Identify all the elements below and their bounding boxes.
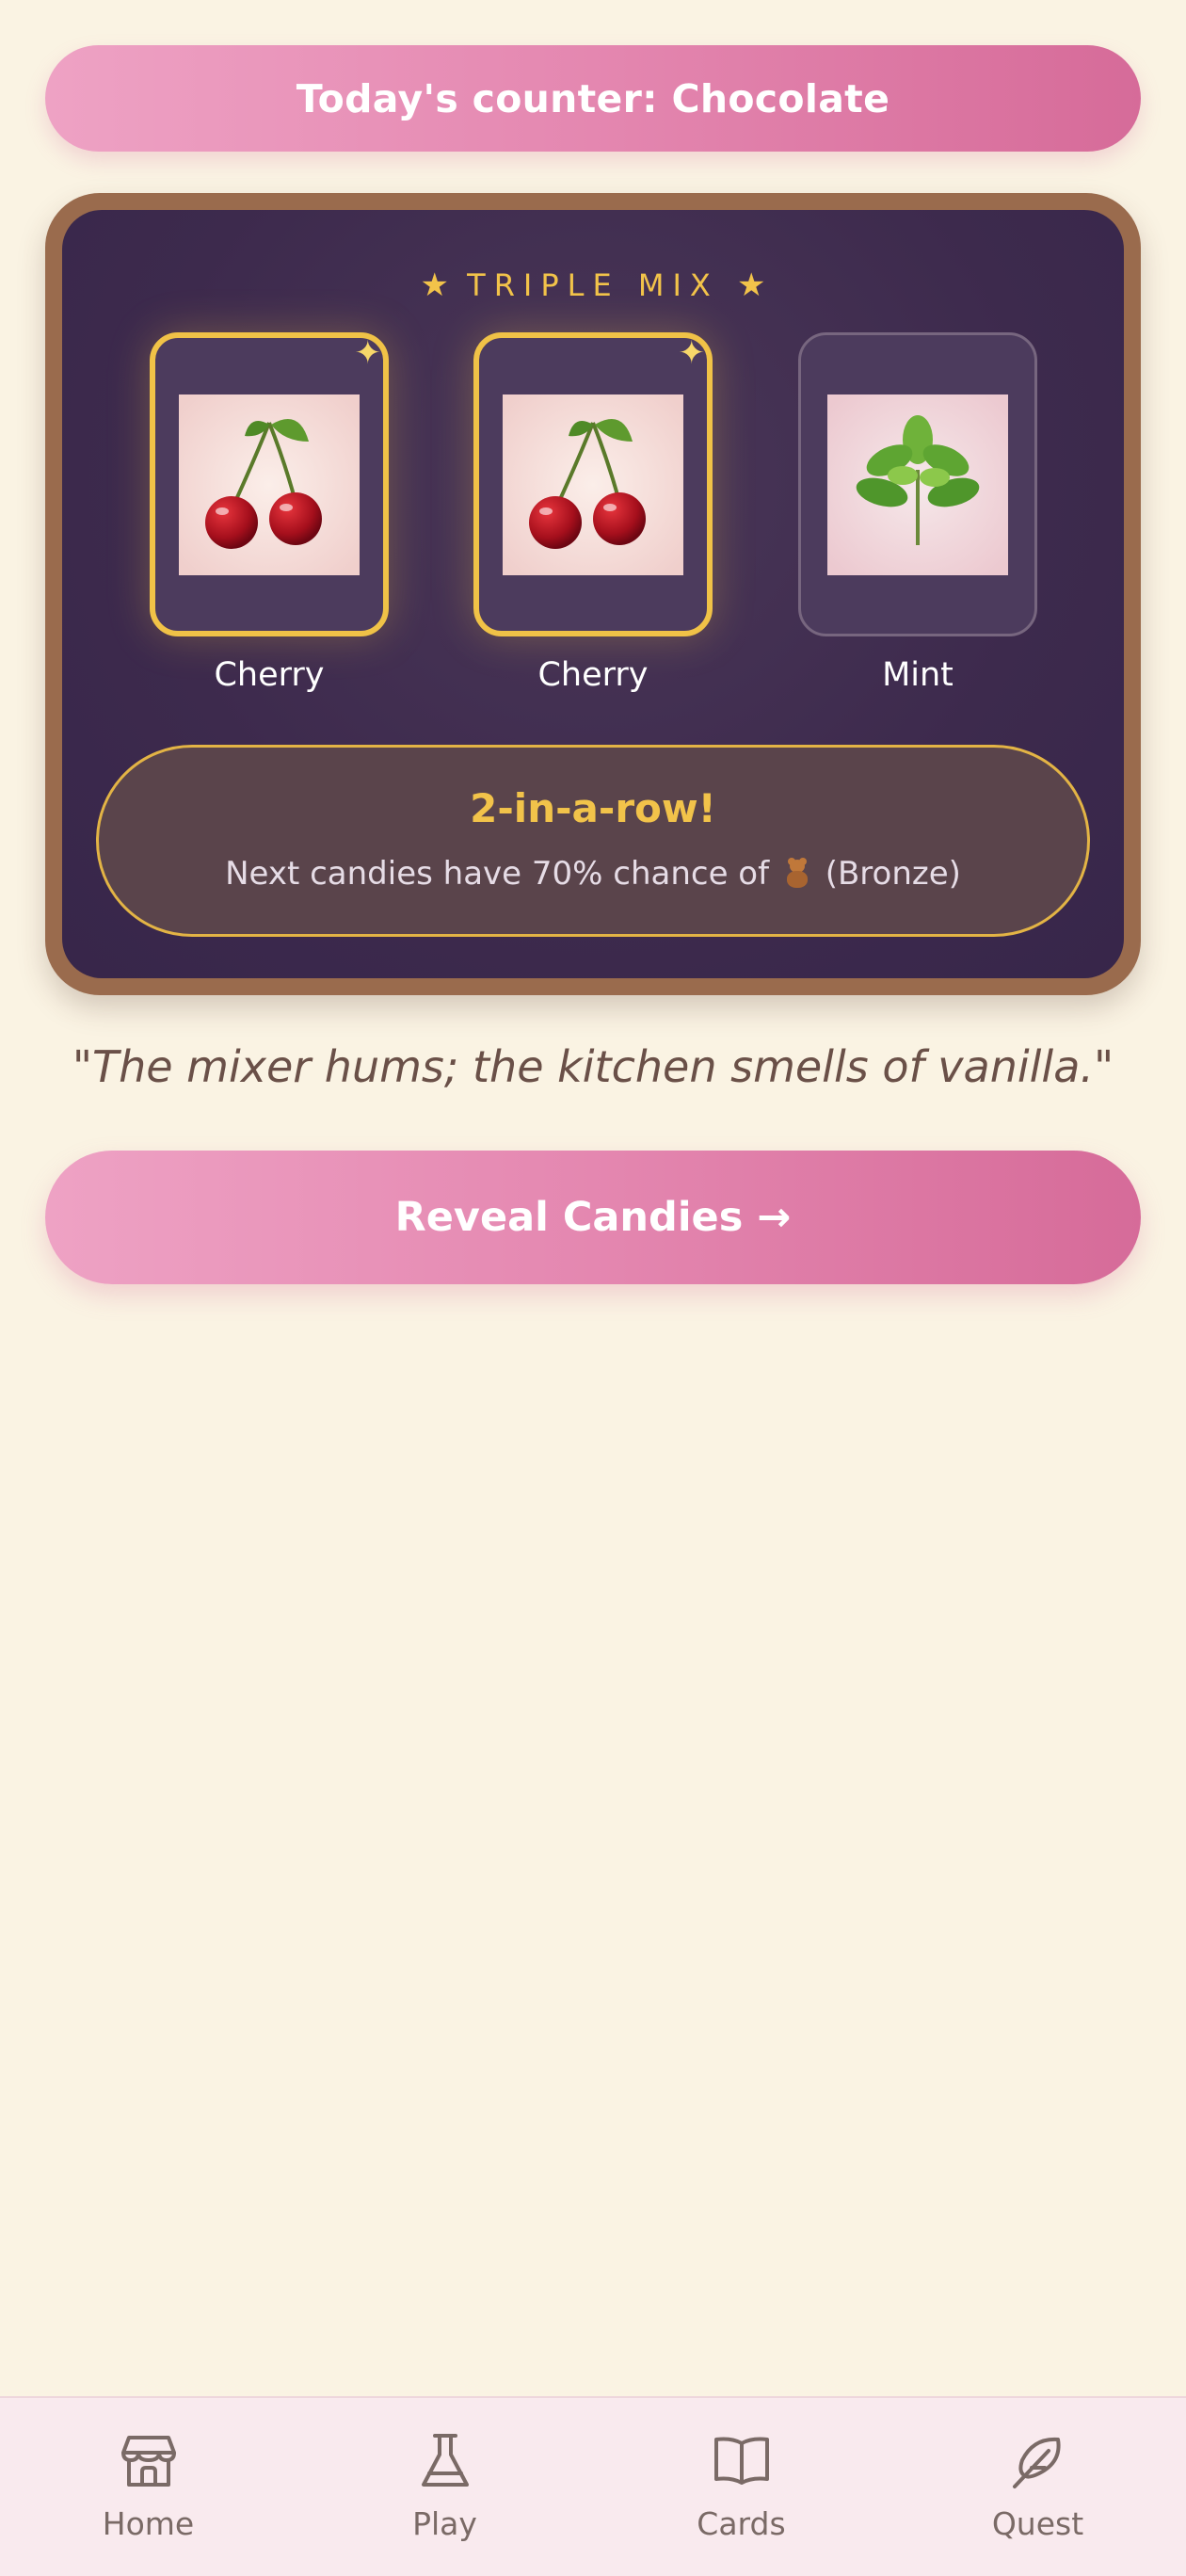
- shop-icon: [120, 2436, 176, 2487]
- reel-2-label: Cherry: [537, 656, 649, 694]
- result-text-after: (Bronze): [825, 855, 961, 893]
- result-title: 2-in-a-row!: [470, 785, 716, 831]
- flask-icon: [421, 2434, 469, 2487]
- counter-banner: Today's counter: Chocolate: [45, 45, 1141, 152]
- feather-icon: [1012, 2437, 1061, 2488]
- result-text: Next candies have 70% chance of (Bronze): [99, 855, 1087, 893]
- reel-1-label: Cherry: [214, 656, 325, 694]
- result-panel: 2-in-a-row! Next candies have 70% chance…: [96, 745, 1090, 937]
- star-icon: ★: [420, 266, 449, 304]
- nav-label: Cards: [697, 2505, 786, 2542]
- cherry-image: [503, 394, 683, 575]
- result-text-before: Next candies have 70% chance of: [225, 855, 770, 893]
- reel-3-label: Mint: [882, 656, 954, 694]
- reveal-candies-button[interactable]: Reveal Candies →: [45, 1151, 1141, 1284]
- reel-1: ✦: [150, 332, 389, 636]
- flavor-quote: "The mixer hums; the kitchen smells of v…: [72, 1041, 1114, 1092]
- star-icon: ★: [737, 266, 766, 304]
- mint-image: [827, 394, 1008, 575]
- teddy-bear-icon: [783, 857, 811, 889]
- bottom-nav: Home Play Cards Quest: [0, 2396, 1186, 2576]
- mix-title-text: TRIPLE MIX: [467, 267, 719, 303]
- slot-machine: ★ TRIPLE MIX ★ ✦ Cherry ✦ Cherry Mint 2-…: [45, 193, 1141, 995]
- nav-item-cards[interactable]: Cards: [593, 2398, 890, 2576]
- slot-machine-body: ★ TRIPLE MIX ★ ✦ Cherry ✦ Cherry Mint 2-…: [62, 210, 1124, 978]
- nav-item-quest[interactable]: Quest: [890, 2398, 1186, 2576]
- book-icon: [713, 2437, 769, 2485]
- sparkle-icon: ✦: [354, 334, 382, 372]
- nav-label: Play: [412, 2505, 477, 2542]
- nav-item-play[interactable]: Play: [296, 2398, 593, 2576]
- reel-2: ✦: [473, 332, 713, 636]
- reel-3: [798, 332, 1037, 636]
- nav-item-home[interactable]: Home: [0, 2398, 296, 2576]
- cherry-image: [179, 394, 360, 575]
- nav-label: Home: [102, 2505, 195, 2542]
- sparkle-icon: ✦: [678, 334, 706, 372]
- mix-title: ★ TRIPLE MIX ★: [62, 266, 1124, 304]
- nav-label: Quest: [991, 2505, 1084, 2542]
